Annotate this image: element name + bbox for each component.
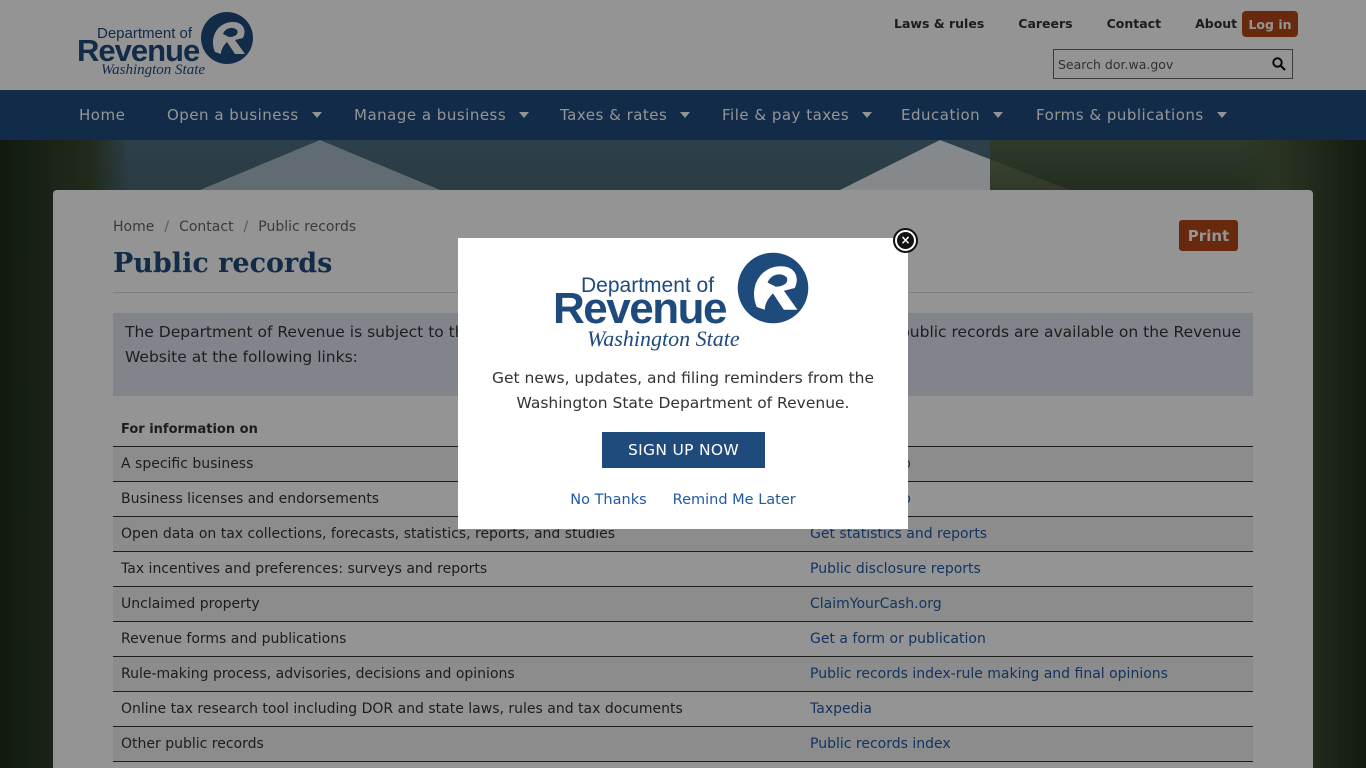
close-modal-button[interactable]: × — [893, 228, 918, 253]
close-icon: × — [897, 232, 914, 249]
no-thanks-link[interactable]: No Thanks — [570, 492, 646, 508]
sign-up-button[interactable]: SIGN UP NOW — [602, 432, 765, 468]
modal-message-line2: Washington State Department of Revenue. — [516, 394, 850, 412]
modal-message: Get news, updates, and filing reminders … — [478, 366, 888, 416]
modal-dor-logo: Department of Revenue Washington State — [553, 250, 815, 355]
signup-modal: Department of Revenue Washington State G… — [458, 238, 908, 529]
modal-logo-line3: Washington State — [587, 326, 740, 351]
logo-swirl-icon — [737, 252, 809, 324]
remind-later-link[interactable]: Remind Me Later — [673, 492, 796, 508]
modal-message-line1: Get news, updates, and filing reminders … — [491, 369, 875, 387]
modal-links: No Thanks Remind Me Later — [458, 492, 908, 508]
